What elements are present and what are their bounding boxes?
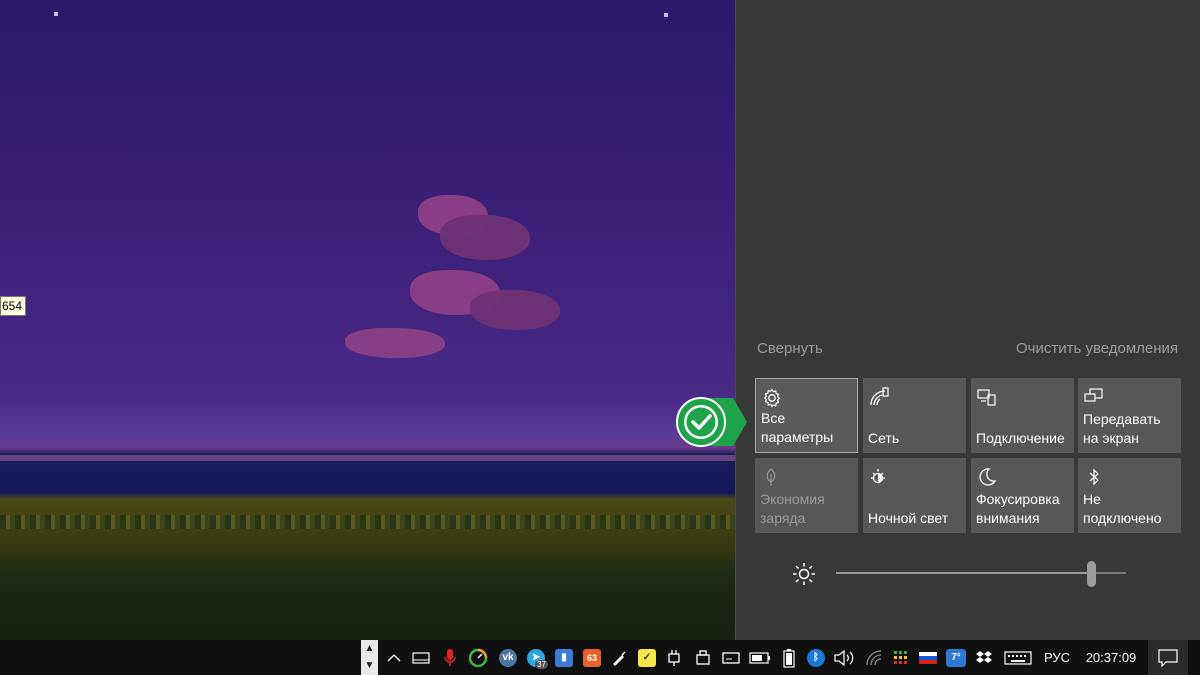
grass-strip [0, 515, 735, 529]
tile-all-settings[interactable]: Все параметры [755, 378, 858, 453]
dropbox-icon [976, 650, 992, 663]
action-center-button[interactable] [1148, 640, 1188, 675]
gear-icon [763, 388, 781, 408]
tray-weather[interactable]: 7° [944, 640, 968, 675]
tray-vk[interactable]: vk [497, 640, 519, 675]
tile-focus-assist[interactable]: Фокусировка внимания [971, 458, 1074, 533]
pen-icon [613, 650, 626, 666]
taskbar-clock[interactable]: 20:37:09 [1080, 640, 1142, 675]
tile-network[interactable]: Сеть [863, 378, 966, 453]
checkmark-badge-icon [676, 397, 747, 447]
tray-usb[interactable] [692, 640, 714, 675]
plug-icon [668, 649, 680, 666]
tray-dropbox[interactable] [972, 640, 996, 675]
input-language[interactable]: РУС [1038, 640, 1076, 675]
tray-telegram[interactable]: ➤ 37 [524, 640, 548, 675]
moon-icon [979, 468, 997, 486]
taskbar: ▲ ▼ vk ➤ 37 ▮ 63 ✓ ᛒ 7° РУС 20:37:09 [0, 640, 1200, 675]
show-hidden-icons-button[interactable] [384, 640, 404, 675]
tray-volume[interactable] [832, 640, 856, 675]
speedometer-icon [468, 648, 488, 667]
wallpaper-cloud [470, 290, 560, 330]
tile-night-light[interactable]: Ночной свет [863, 458, 966, 533]
collapse-link[interactable]: Свернуть [757, 340, 823, 357]
vk-icon: vk [499, 648, 517, 667]
tray-network[interactable] [863, 640, 887, 675]
tile-label: Все параметры [761, 410, 834, 445]
clear-notifications-link[interactable]: Очистить уведомления [1016, 340, 1178, 357]
tray-battery[interactable] [779, 640, 799, 675]
action-center-panel [735, 0, 1200, 640]
wallpaper-cloud [440, 215, 530, 260]
value-tooltip: 654 [0, 296, 26, 316]
window-icon [412, 651, 430, 664]
tile-label: Фокусировка внимания [976, 491, 1060, 526]
brightness-icon [793, 563, 815, 585]
scroll-down-icon[interactable]: ▼ [361, 657, 378, 674]
tray-app-window[interactable] [410, 640, 432, 675]
network-icon [870, 387, 889, 406]
app-blue-icon: ▮ [555, 648, 573, 667]
tile-label: Экономия заряда [760, 491, 825, 526]
scroll-up-icon[interactable]: ▲ [361, 640, 378, 657]
tray-bluetooth[interactable]: ᛒ [806, 640, 826, 675]
horizon-line [0, 455, 735, 461]
brightness-slider-fill [836, 572, 1092, 574]
tile-label: Передавать на экран [1083, 411, 1161, 446]
app-orange-badge: 63 [586, 652, 597, 663]
tile-label: Сеть [868, 430, 900, 446]
chevron-up-icon [387, 653, 401, 661]
notification-icon [1158, 648, 1178, 667]
wifi-icon [866, 649, 882, 665]
microphone-icon [444, 648, 456, 666]
usb-drive-icon [696, 649, 710, 665]
project-icon [1084, 388, 1103, 402]
battery-charge-icon [749, 651, 770, 664]
speaker-icon [834, 649, 854, 666]
weather-icon: 7° [946, 648, 966, 667]
connect-icon [977, 389, 996, 406]
tile-battery-saver[interactable]: Экономия заряда [755, 458, 858, 533]
tray-storage[interactable] [720, 640, 742, 675]
desktop-wallpaper [0, 0, 735, 640]
wallpaper-star [54, 12, 58, 16]
tile-label: Не подключено [1083, 491, 1162, 526]
wallpaper-cloud [345, 328, 445, 358]
tray-microphone[interactable] [439, 640, 461, 675]
tray-app-orange[interactable]: 63 [580, 640, 604, 675]
tile-bluetooth[interactable]: Не подключено [1078, 458, 1181, 533]
tray-battery-horizontal[interactable] [748, 640, 772, 675]
night-light-icon [871, 469, 885, 484]
leaf-icon [766, 468, 776, 486]
bluetooth-icon [1089, 468, 1099, 486]
tile-connect[interactable]: Подключение [971, 378, 1074, 453]
taskbar-scroll-buttons: ▲ ▼ [361, 640, 378, 675]
sticky-note-icon: ✓ [638, 648, 656, 667]
tray-app-blue[interactable]: ▮ [553, 640, 575, 675]
tile-project[interactable]: Передавать на экран [1078, 378, 1181, 453]
battery-icon [783, 648, 795, 668]
bluetooth-tray-icon: ᛒ [807, 648, 825, 667]
tray-power-plug[interactable] [663, 640, 685, 675]
tray-russian-flag[interactable] [917, 640, 939, 675]
drive-icon [722, 651, 740, 664]
equalizer-icon [894, 650, 907, 664]
tray-touch-keyboard[interactable] [1002, 640, 1034, 675]
keyboard-icon [1004, 650, 1032, 665]
tray-audio-meter[interactable] [890, 640, 912, 675]
telegram-badge: 37 [535, 660, 548, 669]
weather-temp: 7° [951, 652, 961, 663]
tray-snipping[interactable] [608, 640, 630, 675]
brightness-slider-thumb[interactable] [1087, 561, 1097, 587]
tray-speedometer[interactable] [467, 640, 489, 675]
tile-label: Подключение [976, 430, 1065, 446]
tile-label: Ночной свет [868, 510, 949, 526]
app-orange-icon: 63 [583, 648, 601, 667]
russia-flag-icon [919, 651, 937, 664]
wallpaper-star [664, 13, 668, 17]
tray-sticky-notes[interactable]: ✓ [636, 640, 658, 675]
